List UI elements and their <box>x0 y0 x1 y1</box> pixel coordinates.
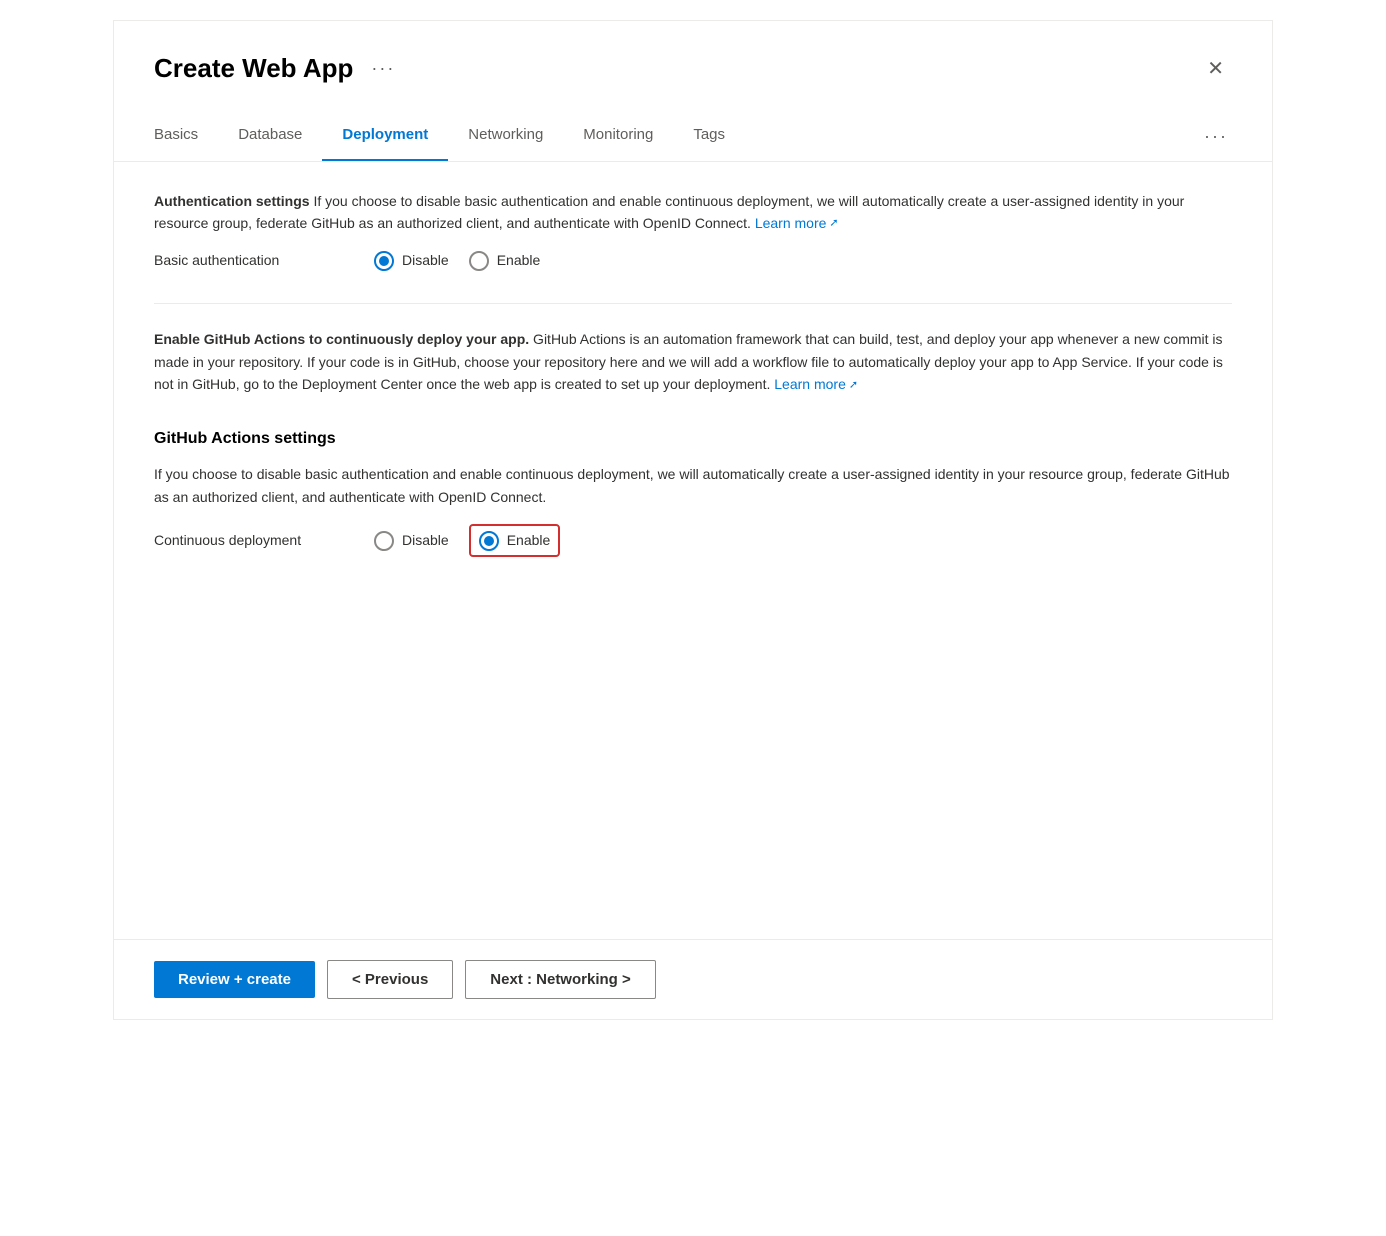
auth-settings-description: Authentication settings If you choose to… <box>154 190 1232 235</box>
github-actions-section: Enable GitHub Actions to continuously de… <box>154 328 1232 395</box>
basic-auth-enable-label: Enable <box>497 250 541 271</box>
auth-settings-section: Authentication settings If you choose to… <box>154 190 1232 272</box>
github-learn-more-link[interactable]: Learn more➚ <box>774 376 858 392</box>
basic-auth-field-row: Basic authentication Disable Enable <box>154 250 1232 271</box>
tab-networking[interactable]: Networking <box>448 112 563 161</box>
tabs-nav: Basics Database Deployment Networking Mo… <box>114 112 1272 162</box>
external-link-icon: ➚ <box>829 215 838 233</box>
footer: Review + create < Previous Next : Networ… <box>114 939 1272 1019</box>
tab-monitoring[interactable]: Monitoring <box>563 112 673 161</box>
continuous-deployment-radio-group: Disable Enable <box>374 524 560 557</box>
title-area: Create Web App ··· <box>154 49 401 88</box>
continuous-deployment-label: Continuous deployment <box>154 530 374 551</box>
divider-1 <box>154 303 1232 304</box>
continuous-deploy-enable-radio[interactable] <box>479 531 499 551</box>
auth-learn-more-link[interactable]: Learn more➚ <box>755 215 839 231</box>
review-create-button[interactable]: Review + create <box>154 961 315 998</box>
basic-auth-disable-option[interactable]: Disable <box>374 250 449 271</box>
continuous-deploy-disable-option[interactable]: Disable <box>374 530 449 551</box>
basic-auth-disable-radio[interactable] <box>374 251 394 271</box>
tab-deployment[interactable]: Deployment <box>322 112 448 161</box>
github-actions-description: Enable GitHub Actions to continuously de… <box>154 328 1232 395</box>
tab-basics[interactable]: Basics <box>154 112 218 161</box>
tabs-more-button[interactable]: ··· <box>1200 115 1232 158</box>
external-link-icon-2: ➚ <box>849 377 858 395</box>
github-actions-settings-description: If you choose to disable basic authentic… <box>154 463 1232 508</box>
next-button[interactable]: Next : Networking > <box>465 960 655 999</box>
continuous-deployment-field-row: Continuous deployment Disable Enable <box>154 524 1232 557</box>
github-actions-settings-heading: GitHub Actions settings <box>154 427 1232 451</box>
continuous-deploy-enable-label: Enable <box>507 530 551 551</box>
previous-button[interactable]: < Previous <box>327 960 453 999</box>
close-button[interactable]: ✕ <box>1199 55 1232 83</box>
content-area: Authentication settings If you choose to… <box>114 162 1272 690</box>
continuous-deploy-enable-highlighted[interactable]: Enable <box>469 524 561 557</box>
github-actions-heading: Enable GitHub Actions to continuously de… <box>154 331 529 347</box>
tab-tags[interactable]: Tags <box>673 112 745 161</box>
basic-auth-disable-label: Disable <box>402 250 449 271</box>
continuous-deploy-disable-label: Disable <box>402 530 449 551</box>
title-ellipsis-button[interactable]: ··· <box>365 54 401 83</box>
continuous-deploy-disable-radio[interactable] <box>374 531 394 551</box>
tab-database[interactable]: Database <box>218 112 322 161</box>
auth-settings-heading: Authentication settings <box>154 193 310 209</box>
basic-auth-enable-option[interactable]: Enable <box>469 250 541 271</box>
dialog-header: Create Web App ··· ✕ <box>114 21 1272 104</box>
basic-auth-enable-radio[interactable] <box>469 251 489 271</box>
basic-auth-radio-group: Disable Enable <box>374 250 540 271</box>
basic-auth-label: Basic authentication <box>154 250 374 271</box>
dialog-title: Create Web App <box>154 49 353 88</box>
create-web-app-dialog: Create Web App ··· ✕ Basics Database Dep… <box>113 20 1273 1020</box>
github-actions-settings-section: GitHub Actions settings If you choose to… <box>154 427 1232 557</box>
